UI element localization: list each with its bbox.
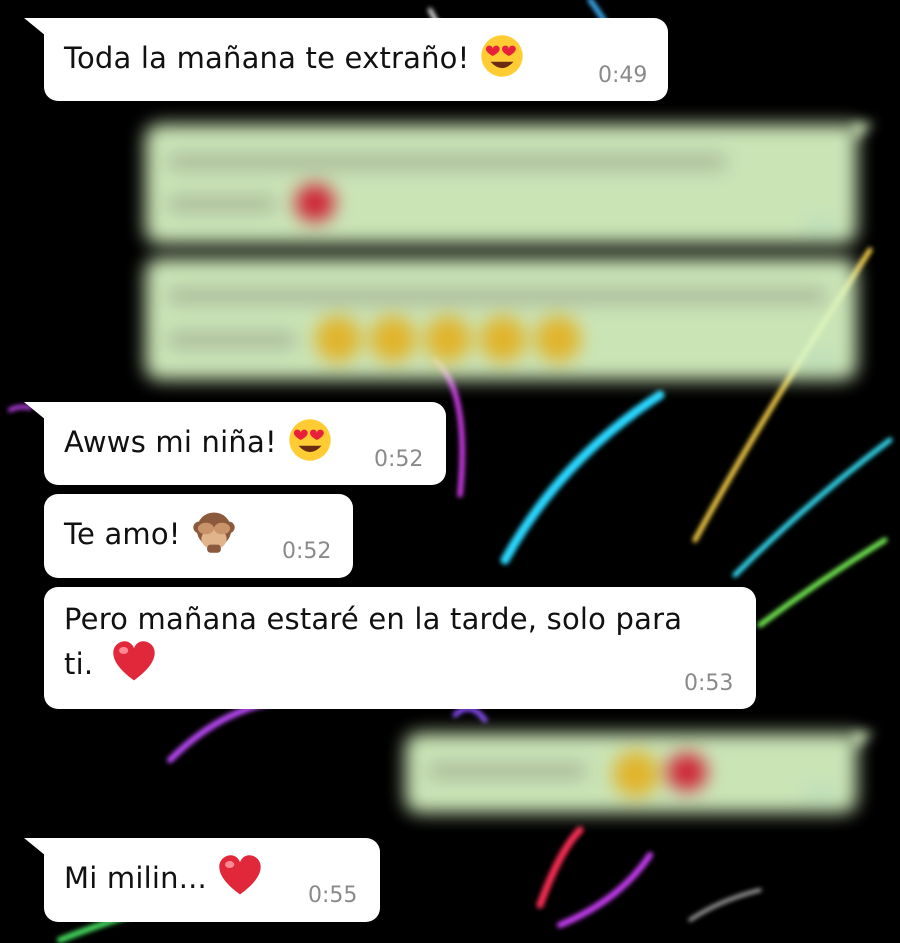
read-ticks-icon: ✓✓ (805, 214, 839, 238)
grinning-face-icon (315, 316, 361, 362)
grinning-face-icon (370, 316, 416, 362)
incoming-message-bubble[interactable]: Toda la mañana te extraño! 0:49 (44, 18, 668, 101)
grinning-face-icon (613, 751, 659, 797)
grinning-face-icon (425, 316, 471, 362)
incoming-message-bubble[interactable]: Te amo! 0:52 (44, 494, 353, 578)
incoming-bubble-tail (24, 18, 46, 36)
message-text: Te amo! (64, 517, 181, 551)
message-text-line-1: Pero mañana estaré en la tarde, solo par… (64, 602, 683, 636)
outgoing-message-bubble-blurred[interactable]: ✓✓ (145, 258, 857, 380)
heart-eyes-face-icon (481, 35, 524, 77)
incoming-message-bubble[interactable]: Mi milin... 0:55 (44, 838, 380, 922)
read-ticks-icon: ✓✓ (805, 348, 839, 372)
incoming-bubble-tail (24, 402, 46, 420)
incoming-message-bubble[interactable]: Awws mi niña! 0:52 (44, 402, 446, 485)
message-text-line-2: ti. (64, 647, 94, 681)
red-heart-icon (667, 753, 707, 791)
message-time: 0:55 (308, 883, 358, 908)
outgoing-message-bubble-blurred[interactable]: ✓✓ (405, 733, 857, 813)
message-text: Toda la mañana te extraño! (64, 41, 470, 75)
read-ticks-icon: ✓✓ (805, 781, 839, 805)
heart-eyes-face-icon (289, 419, 331, 461)
incoming-bubble-tail (24, 838, 46, 856)
grinning-face-icon (535, 316, 581, 362)
red-heart-icon (295, 184, 335, 222)
message-text: Mi milin... (64, 861, 207, 895)
message-time: 0:52 (282, 539, 332, 564)
outgoing-message-bubble-blurred[interactable]: ✓✓ (145, 124, 857, 244)
message-time: 0:52 (374, 447, 424, 472)
grinning-face-icon (480, 316, 526, 362)
message-time: 0:53 (684, 671, 734, 696)
message-text: Awws mi niña! (64, 425, 277, 459)
red-heart-icon (113, 641, 155, 681)
red-heart-icon (219, 855, 261, 895)
see-no-evil-monkey-icon (192, 512, 235, 553)
incoming-message-bubble[interactable]: Pero mañana estaré en la tarde, solo par… (44, 587, 756, 709)
message-time: 0:49 (598, 63, 648, 88)
